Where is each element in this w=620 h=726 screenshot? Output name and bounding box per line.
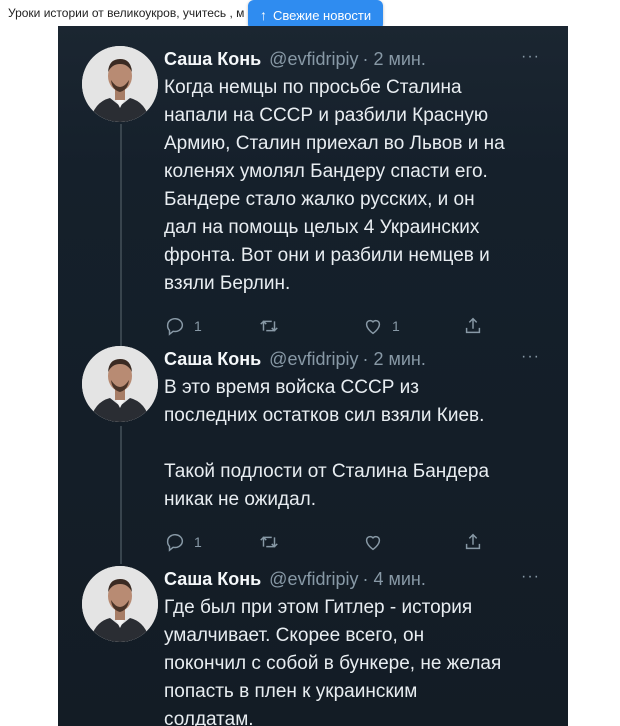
more-options-icon[interactable]: ··· [521, 568, 540, 586]
display-name[interactable]: Саша Конь [164, 49, 261, 70]
fresh-news-label: Свежие новости [273, 7, 372, 23]
avatar[interactable] [82, 46, 158, 122]
reply-count: 1 [194, 318, 202, 334]
timestamp[interactable]: · 2 мин. [362, 349, 425, 370]
tweet-text: Когда немцы по просьбе Сталина напали на… [164, 77, 505, 294]
user-photo-icon [82, 46, 158, 122]
avatar[interactable] [82, 346, 158, 422]
share-button[interactable] [462, 531, 484, 553]
user-handle[interactable]: @evfidripiy [269, 49, 358, 70]
like-button[interactable] [362, 531, 462, 553]
retweet-icon [260, 536, 278, 548]
share-icon [465, 317, 481, 334]
share-button[interactable] [462, 315, 484, 337]
reply-count: 1 [194, 534, 202, 550]
display-name[interactable]: Саша Конь [164, 569, 261, 590]
like-count: 1 [392, 318, 400, 334]
more-options-icon[interactable]: ··· [521, 48, 540, 66]
user-handle[interactable]: @evfidripiy [269, 349, 358, 370]
timestamp[interactable]: · 4 мин. [362, 569, 425, 590]
user-photo-icon [82, 566, 158, 642]
twitter-thread-screenshot: Саша Конь @evfidripiy · 2 мин. ··· Когда… [58, 26, 568, 726]
tweet-text: Где был при этом Гитлер - история умалчи… [164, 597, 502, 726]
avatar[interactable] [82, 566, 158, 642]
tweet-text: В это время войска СССР из последних ост… [164, 377, 490, 510]
post-caption: Уроки истории от великоукров, учитесь , … [8, 6, 245, 20]
like-icon [365, 319, 381, 335]
reply-icon [166, 317, 184, 336]
user-photo-icon [82, 346, 158, 422]
reply-icon [166, 533, 184, 552]
timestamp[interactable]: · 2 мин. [362, 49, 425, 70]
retweet-button[interactable] [258, 315, 362, 337]
retweet-button[interactable] [258, 531, 362, 553]
like-button[interactable]: 1 [362, 315, 462, 337]
retweet-icon [260, 320, 278, 332]
more-options-icon[interactable]: ··· [521, 348, 540, 366]
user-handle[interactable]: @evfidripiy [269, 569, 358, 590]
display-name[interactable]: Саша Конь [164, 349, 261, 370]
reply-button[interactable]: 1 [164, 531, 258, 553]
like-icon [365, 535, 381, 551]
thread-connector [120, 426, 122, 564]
thread-connector [120, 124, 122, 350]
arrow-up-icon: ↑ [260, 7, 267, 23]
share-icon [465, 533, 481, 550]
reply-button[interactable]: 1 [164, 315, 258, 337]
